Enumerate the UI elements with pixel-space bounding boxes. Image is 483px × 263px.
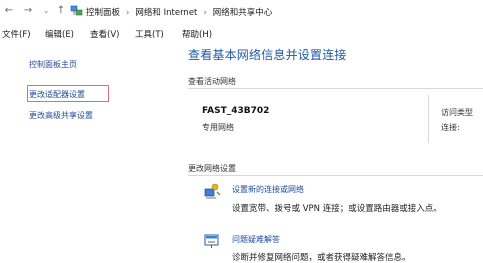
access-type-label: 访问类型 — [441, 108, 473, 117]
network-type-link[interactable]: 专用网络 — [202, 122, 234, 133]
breadcrumb-item-control-panel[interactable]: 控制面板 — [86, 8, 120, 18]
change-network-settings-label: 更改网络设置 — [188, 164, 236, 173]
troubleshoot-icon — [204, 234, 219, 248]
setup-new-connection-desc: 设置宽带、拨号或 VPN 连接；或设置路由器或接入点。 — [232, 204, 442, 214]
active-networks-label: 查看活动网络 — [188, 77, 236, 86]
divider — [428, 95, 429, 143]
back-arrow-icon[interactable]: ← — [3, 4, 15, 18]
address-bar: ← → ⌄ ↑ 控制面板 › 网络和 Internet › 网络和共享中心 — [0, 0, 483, 26]
menu-bar: 文件(F) 编辑(E) 查看(V) 工具(T) 帮助(H) — [0, 28, 483, 42]
troubleshoot-desc: 诊断并修复网络问题，或者获得疑难解答信息。 — [232, 253, 411, 263]
new-connection-icon — [204, 183, 221, 199]
forward-arrow-icon[interactable]: → — [22, 4, 34, 18]
divider — [188, 175, 483, 176]
breadcrumb-item-network-internet[interactable]: 网络和 Internet — [135, 8, 197, 18]
breadcrumb-separator-icon: › — [203, 8, 207, 18]
setup-new-connection-link[interactable]: 设置新的连接或网络 — [232, 184, 304, 195]
page-title: 查看基本网络信息并设置连接 — [188, 48, 347, 62]
network-center-icon — [70, 5, 83, 16]
breadcrumb: 控制面板 › 网络和 Internet › 网络和共享中心 — [86, 6, 272, 18]
change-adapter-settings-link[interactable]: 更改适配器设置 — [29, 89, 85, 100]
up-arrow-icon[interactable]: ↑ — [55, 4, 67, 18]
troubleshoot-link[interactable]: 问题疑难解答 — [232, 234, 280, 245]
breadcrumb-separator-icon: › — [126, 8, 130, 18]
divider — [188, 88, 483, 89]
menu-edit[interactable]: 编辑(E) — [45, 28, 74, 40]
control-panel-home-link[interactable]: 控制面板主页 — [29, 59, 77, 70]
menu-help[interactable]: 帮助(H) — [182, 28, 212, 40]
dropdown-chevron-icon[interactable]: ⌄ — [40, 4, 52, 18]
network-name: FAST_43B702 — [202, 106, 270, 116]
menu-file[interactable]: 文件(F) — [2, 28, 31, 40]
change-advanced-sharing-link[interactable]: 更改高级共享设置 — [29, 110, 93, 121]
menu-tools[interactable]: 工具(T) — [135, 28, 164, 40]
connection-label: 连接: — [441, 123, 460, 132]
breadcrumb-item-sharing-center[interactable]: 网络和共享中心 — [213, 8, 273, 18]
menu-view[interactable]: 查看(V) — [90, 28, 119, 40]
